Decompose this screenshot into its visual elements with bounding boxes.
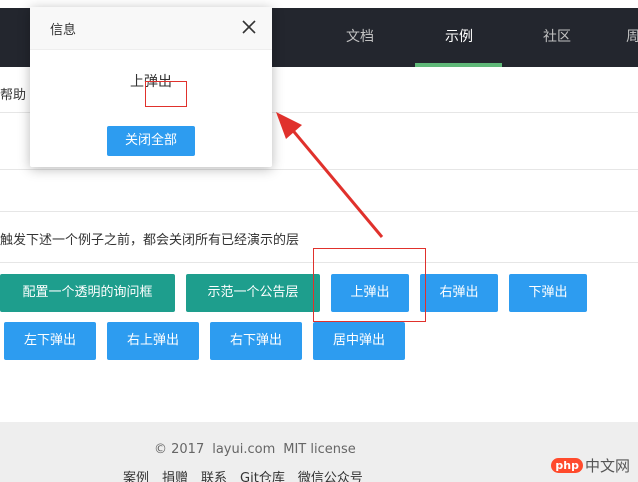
footer-link-cases[interactable]: 案例 (123, 471, 149, 482)
notice-layer-button[interactable]: 示范一个公告层 (186, 274, 320, 312)
page-root: 文档 示例 社区 周 帮助 触发下述一个例子之前，都会关闭所有已经演示的层 配置… (0, 0, 638, 482)
site-watermark: php 中文网 (551, 454, 630, 476)
nav-item-community[interactable]: 社区 (527, 8, 587, 67)
close-all-button[interactable]: 关闭全部 (107, 126, 195, 156)
popup-bottom-left-button[interactable]: 左下弹出 (4, 322, 96, 360)
footer: © 2017 layui.com MIT license 案例 捐赠 联系 Git仓库 微信… (0, 422, 638, 482)
popup-top-right-button[interactable]: 右上弹出 (107, 322, 199, 360)
watermark-logo: php (551, 457, 583, 473)
nav-item-examples[interactable]: 示例 (428, 8, 490, 67)
site-link[interactable]: layui.com (212, 442, 275, 457)
divider (0, 211, 638, 212)
annotation-box-button (313, 248, 426, 322)
help-link[interactable]: 帮助 (0, 84, 26, 103)
dialog-header: 信息 (30, 7, 272, 50)
footer-link-contact[interactable]: 联系 (201, 471, 227, 482)
footer-copyright: © 2017 layui.com MIT license (154, 442, 364, 457)
close-icon[interactable] (240, 18, 258, 36)
nav-active-indicator (415, 63, 502, 67)
license-link[interactable]: MIT license (283, 442, 356, 457)
footer-links: 案例 捐赠 联系 Git仓库 微信公众号 (123, 467, 376, 482)
popup-center-button[interactable]: 居中弹出 (313, 322, 405, 360)
annotation-box-dialog (145, 81, 187, 107)
divider (0, 169, 638, 170)
footer-link-git[interactable]: Git仓库 (240, 471, 285, 482)
footer-link-wechat[interactable]: 微信公众号 (298, 471, 363, 482)
popup-bottom-button[interactable]: 下弹出 (509, 274, 587, 312)
nav-item-docs[interactable]: 文档 (330, 8, 390, 67)
watermark-text: 中文网 (584, 456, 630, 475)
copyright-text: © 2017 (154, 442, 205, 457)
transparent-confirm-button[interactable]: 配置一个透明的询问框 (0, 274, 175, 312)
footer-link-donate[interactable]: 捐赠 (162, 471, 188, 482)
nav-item-more[interactable]: 周 (626, 8, 638, 67)
dialog-title: 信息 (50, 23, 77, 38)
description-text: 触发下述一个例子之前，都会关闭所有已经演示的层 (0, 233, 300, 248)
popup-right-button[interactable]: 右弹出 (420, 274, 498, 312)
popup-bottom-right-button[interactable]: 右下弹出 (210, 322, 302, 360)
